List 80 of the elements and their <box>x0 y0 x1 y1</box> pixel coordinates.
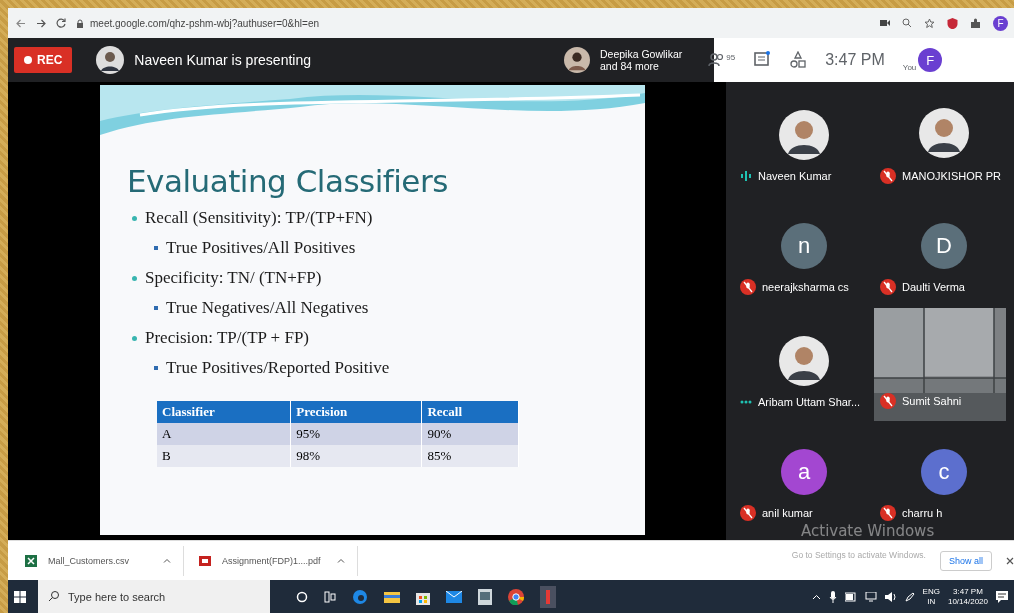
document-icon[interactable] <box>478 588 492 605</box>
show-all-button[interactable]: Show all <box>939 550 992 571</box>
lock-icon <box>76 18 84 28</box>
column-header: Classifier <box>157 401 291 423</box>
chat-icon[interactable] <box>753 51 772 69</box>
close-icon[interactable] <box>1006 556 1014 565</box>
participant-name: Deepika Gowlikar <box>600 48 683 60</box>
notification-icon[interactable] <box>996 590 1008 603</box>
column-header: Precision <box>290 401 422 423</box>
column-header: Recall <box>421 401 519 423</box>
search-icon <box>48 590 60 602</box>
user-avatar-icon <box>779 335 829 386</box>
user-avatar-icon <box>564 47 590 73</box>
download-item[interactable]: Mall_Customers.csv <box>24 545 184 576</box>
taskbar-search-field[interactable]: Type here to search <box>38 580 270 613</box>
activation-title: Activate Windows <box>801 522 935 540</box>
table-cell: A <box>157 423 291 445</box>
forward-icon[interactable] <box>36 18 46 28</box>
activities-icon[interactable] <box>789 51 808 69</box>
letter-avatar: n <box>781 222 827 269</box>
bullet-text: Recall (Sensitivity): TP/(TP+FN) <box>145 208 373 228</box>
sub-bullet-text: True Positives/Reported Positive <box>166 358 390 378</box>
letter-avatar: c <box>921 448 967 495</box>
slide-title: Evaluating Classifiers <box>127 163 449 199</box>
letter-avatar: D <box>921 222 967 269</box>
chrome-icon[interactable] <box>508 588 524 605</box>
spreadsheet-file-icon <box>24 553 38 568</box>
folder-icon[interactable] <box>384 589 400 604</box>
table-cell: 95% <box>290 423 422 445</box>
pen-icon[interactable] <box>904 591 915 602</box>
back-icon[interactable] <box>16 18 26 28</box>
mail-icon[interactable] <box>446 590 462 603</box>
participant-name: Aribam Uttam Shar... <box>758 395 861 408</box>
user-avatar-icon <box>779 109 829 160</box>
participant-more-count: and 84 more <box>600 60 660 72</box>
user-avatar-icon <box>919 107 969 158</box>
bullet-text: Precision: TP/(TP + FP) <box>145 328 310 348</box>
app-icon[interactable] <box>540 585 556 608</box>
recording-badge: REC <box>14 47 73 73</box>
network-icon[interactable] <box>864 591 877 602</box>
volume-icon[interactable] <box>884 591 897 602</box>
people-button[interactable]: 95 <box>708 53 736 67</box>
meeting-clock: 3:47 PM <box>825 51 885 69</box>
table-cell: B <box>157 445 291 467</box>
table-cell: 85% <box>421 445 519 467</box>
taskbar-clock[interactable]: 3:47 PM 10/14/2020 <box>947 586 988 607</box>
edge-icon[interactable] <box>352 588 368 605</box>
participant-name: charru h <box>902 506 943 519</box>
download-item[interactable]: Assignment(FDP)1....pdf <box>198 545 358 576</box>
extension-shield-icon[interactable] <box>947 17 958 29</box>
cortana-icon[interactable] <box>296 590 308 603</box>
pdf-file-icon <box>198 553 212 568</box>
task-view-icon[interactable] <box>324 590 336 603</box>
presenter-label: Naveen Kumar is presenting <box>134 52 312 68</box>
sub-bullet-text: True Negatives/All Negatives <box>166 298 369 318</box>
participant-name: Naveen Kumar <box>758 169 832 182</box>
letter-avatar: a <box>781 448 827 495</box>
windows-start-icon[interactable] <box>14 590 26 603</box>
profile-avatar[interactable]: F <box>993 15 1008 31</box>
participant-name: anil kumar <box>762 506 813 519</box>
address-bar[interactable]: meet.google.com/qhz-pshm-wbj?authuser=0&hl=en <box>76 12 870 34</box>
participant-name: MANOJKISHOR PR <box>902 169 1001 182</box>
table-cell: 90% <box>421 423 519 445</box>
table-cell: 98% <box>290 445 422 467</box>
activation-hint: Go to Settings to activate Windows. <box>791 549 926 560</box>
user-avatar-icon <box>96 46 125 74</box>
sub-bullet-text: True Positives/All Positives <box>166 238 356 258</box>
participant-name: neerajksharma cs <box>762 280 849 293</box>
profile-avatar[interactable]: F <box>918 48 943 72</box>
zoom-icon[interactable] <box>902 18 912 28</box>
participant-name: Daulti Verma <box>902 280 965 293</box>
microphone-icon[interactable] <box>828 590 837 603</box>
star-icon[interactable] <box>924 17 935 29</box>
participant-name: Sumit Sahni <box>902 395 962 407</box>
camera-icon[interactable] <box>880 19 890 27</box>
language-indicator[interactable]: ENG IN <box>922 586 940 607</box>
you-label: You <box>902 63 917 72</box>
bullet-text: Specificity: TN/ (TN+FP) <box>145 268 322 288</box>
people-count: 95 <box>726 53 736 62</box>
reload-icon[interactable] <box>56 18 66 28</box>
